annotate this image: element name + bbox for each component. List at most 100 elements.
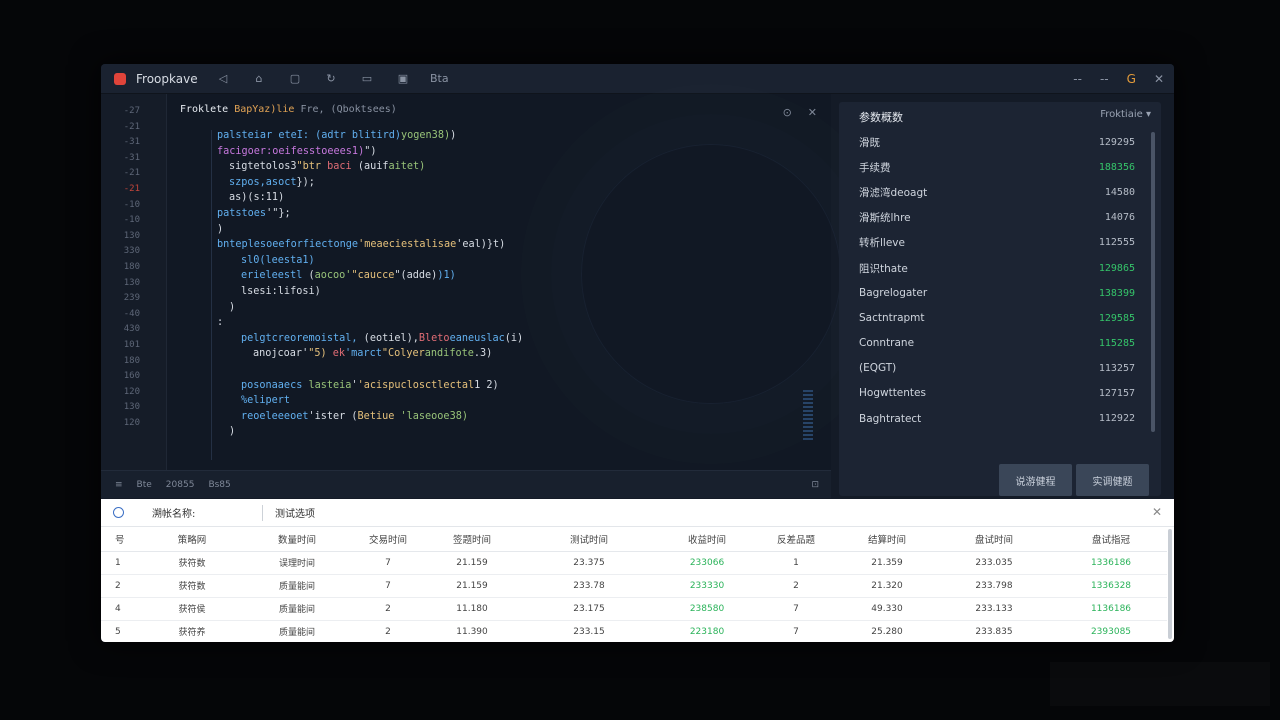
code-line[interactable]: as)(s:11): [217, 190, 523, 206]
code-token: Betiue: [357, 410, 395, 422]
close-results-icon[interactable]: ✕: [1152, 505, 1162, 519]
param-button-1[interactable]: 说游健程: [999, 464, 1072, 496]
parameter-row[interactable]: Sactntrapmt 129585: [839, 306, 1161, 331]
parameter-row[interactable]: (EQGT) 113257: [839, 356, 1161, 381]
results-scrollbar[interactable]: [1168, 529, 1172, 639]
table-cell: 233066: [663, 551, 751, 575]
code-line[interactable]: anojcoar'"5) ek'marct"Colyerandifote.3): [217, 346, 523, 362]
minimize-button[interactable]: --: [1073, 72, 1082, 86]
parameter-value: 129295: [1098, 137, 1135, 149]
toolbar-text[interactable]: Bta: [430, 72, 449, 85]
line-number: -31: [123, 137, 140, 148]
table-cell: 误理时间: [247, 551, 347, 575]
parameter-scrollbar[interactable]: [1151, 132, 1155, 432]
parameter-select[interactable]: Froktiaie ▾: [1100, 109, 1151, 128]
column-header[interactable]: 结算时间: [841, 527, 933, 552]
column-header[interactable]: 数量时间: [247, 527, 347, 552]
column-header[interactable]: 收益时间: [663, 527, 751, 552]
column-header[interactable]: 策略网: [137, 527, 247, 552]
code-line[interactable]: :: [217, 315, 523, 331]
parameter-row[interactable]: 滑既 129295: [839, 130, 1161, 155]
close-button[interactable]: ✕: [1154, 72, 1164, 86]
code-token: pelgtcreoremoistal,: [241, 332, 358, 344]
parameter-row[interactable]: 滑斯统lhre 14076: [839, 205, 1161, 230]
indent-guide: [211, 130, 212, 460]
code-line[interactable]: erieleestl (aocoo'"caucce"(adde))1): [217, 268, 523, 284]
table-cell: 23.375: [515, 551, 663, 575]
code-token: yogen38): [401, 130, 451, 141]
column-header[interactable]: 签题时间: [429, 527, 515, 552]
column-header[interactable]: 交易时间: [347, 527, 429, 552]
restore-button[interactable]: --: [1100, 72, 1109, 86]
table-cell: 21.159: [429, 574, 515, 598]
code-line[interactable]: lsesi:lifosi): [217, 284, 523, 300]
table-cell: 1: [101, 551, 137, 575]
table-row[interactable]: 2 获符数 质量能间 7 21.159 233.78 233330 2 21.320 233.79…: [101, 574, 1167, 598]
table-row[interactable]: 5 获符养 质量能间 2 11.390 233.15 223180 7 25.280 233.83…: [101, 620, 1167, 642]
parameter-row[interactable]: Bagrelogater 138399: [839, 281, 1161, 306]
code-line[interactable]: %elipert: [217, 393, 523, 409]
code-line[interactable]: palsteiar eteI: (adtr blitird)yogen38)): [217, 128, 523, 144]
code-line[interactable]: sl0(leesta1): [217, 253, 523, 269]
code-line[interactable]: reoeleeeoet'ister (Betiue 'laseooe38): [217, 409, 523, 425]
code-line[interactable]: facigoer:oeifesstoeees1)"): [217, 144, 523, 160]
window-icon[interactable]: ▣: [394, 72, 412, 85]
code-token: aitet): [388, 161, 426, 173]
table-cell: 获符侯: [137, 597, 247, 621]
line-number: -31: [123, 152, 140, 163]
title-bar: Froopkave ◁ ⌂ ▢ ↻ ▭ ▣ Bta -- -- G ✕: [101, 64, 1174, 94]
code-line[interactable]: ): [217, 300, 523, 316]
parameter-row[interactable]: Hogwttentes 127157: [839, 381, 1161, 406]
line-number: -21: [123, 183, 140, 194]
code-line[interactable]: patstoes'"};: [217, 206, 523, 222]
minimap[interactable]: [803, 390, 813, 440]
code-editor[interactable]: -27 -21 -31 -31 -21 -21 -10 -10 130 330 180 130 239 -…: [101, 94, 841, 470]
code-lines[interactable]: palsteiar eteI: (adtr blitird)yogen38)) f…: [217, 128, 523, 440]
tab-icon[interactable]: ◁: [214, 72, 232, 85]
column-header[interactable]: 号: [101, 527, 137, 552]
code-token: (auif: [351, 161, 389, 173]
code-token: reoeleeeoet: [241, 410, 309, 422]
line-number: 239: [123, 293, 140, 304]
folder-icon[interactable]: ▭: [358, 72, 376, 85]
code-line[interactable]: sigtetolos3"btr baci (auifaitet): [217, 159, 523, 175]
parameter-row[interactable]: Baghtratect 112922: [839, 406, 1161, 431]
square-icon[interactable]: ▢: [286, 72, 304, 85]
accent-button[interactable]: G: [1127, 72, 1136, 86]
parameter-row[interactable]: 滑滤湾deoagt 14580: [839, 180, 1161, 205]
code-line[interactable]: [217, 362, 523, 378]
close-editor-icon[interactable]: ✕: [808, 106, 817, 119]
code-line[interactable]: posonaaecs lasteia''acispuclosctlectal1 …: [217, 378, 523, 394]
status-layout-icon[interactable]: ⊡: [811, 480, 819, 490]
tab-test-options[interactable]: 测试选项: [275, 505, 315, 520]
parameter-select-value: Froktiaie: [1100, 109, 1143, 120]
column-header[interactable]: 盘试指冠: [1055, 527, 1167, 552]
param-button-2[interactable]: 实调健题: [1076, 464, 1149, 496]
table-row[interactable]: 1 获符数 误理时间 7 21.159 23.375 233066 1 21.359 233.03…: [101, 551, 1167, 575]
parameter-row[interactable]: 转析lleve 112555: [839, 230, 1161, 255]
line-number: -27: [123, 106, 140, 116]
table-cell: 233.15: [515, 620, 663, 642]
code-token: eaneuslac: [449, 332, 505, 344]
code-line[interactable]: szpos,asoct});: [217, 175, 523, 191]
table-body: 1 获符数 误理时间 7 21.159 23.375 233066 1 21.359 233.03…: [101, 551, 1167, 642]
table-cell: 25.280: [841, 620, 933, 642]
line-number: -21: [123, 121, 140, 132]
parameter-row[interactable]: Conntrane 115285: [839, 331, 1161, 356]
column-header[interactable]: 盘试时间: [933, 527, 1055, 552]
parameter-row[interactable]: 手续费 188356: [839, 155, 1161, 180]
parameter-label: 转析lleve: [859, 237, 905, 250]
table-row[interactable]: 4 获符侯 质量能间 2 11.180 23.175 238580 7 49.330 233.13…: [101, 597, 1167, 621]
code-line[interactable]: bnteplesoeeforfiectonge'meaeciestalisae'…: [217, 237, 523, 253]
refresh-icon[interactable]: ↻: [322, 72, 340, 85]
home-icon[interactable]: ⌂: [250, 72, 268, 85]
parameter-panel: 参数概数 Froktiaie ▾ 滑既 129295 手续费 188356 滑滤湾deo…: [839, 102, 1161, 496]
column-header[interactable]: 反差品题: [751, 527, 841, 552]
column-header[interactable]: 测试时间: [515, 527, 663, 552]
code-line[interactable]: ): [217, 222, 523, 238]
table-cell: 21.320: [841, 574, 933, 598]
code-line[interactable]: pelgtcreoremoistal, (eotiel),Bletoeaneus…: [217, 331, 523, 347]
settings-icon[interactable]: ⊙: [783, 106, 792, 119]
code-line[interactable]: ): [217, 424, 523, 440]
parameter-row[interactable]: 阻识thate 129865: [839, 255, 1161, 280]
